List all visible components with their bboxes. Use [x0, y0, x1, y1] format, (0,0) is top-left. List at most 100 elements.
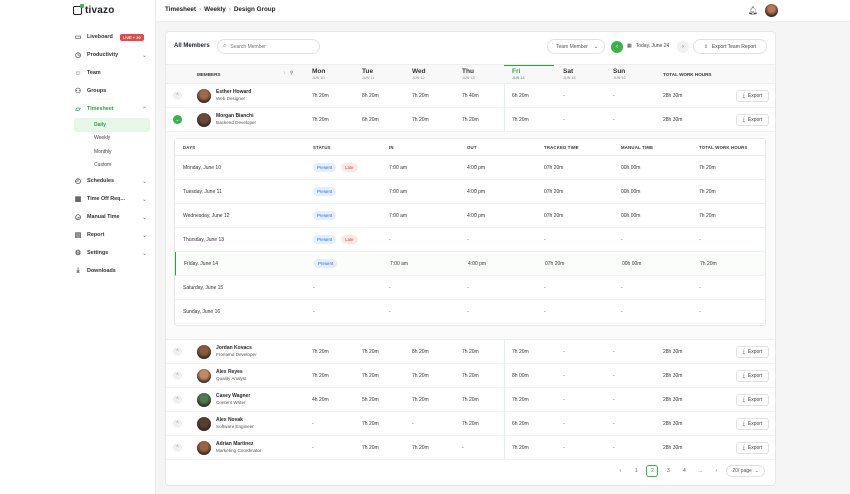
total-cell: 7h 20m: [699, 165, 716, 171]
page-button[interactable]: 3: [662, 465, 674, 477]
export-button[interactable]: ⤓ Export: [736, 442, 769, 454]
table-row[interactable]: ⌄ Morgan Bianchi Backend Developer 7h 20m 6h…: [166, 108, 775, 132]
chevron-down-icon: ⌄: [754, 468, 759, 474]
breadcrumb: Timesheet › Weekly › Design Group: [165, 6, 276, 13]
breadcrumb-item[interactable]: Timesheet: [165, 6, 196, 13]
user-avatar[interactable]: [765, 4, 778, 17]
collapse-row-button[interactable]: ⌄: [173, 115, 182, 124]
export-button[interactable]: ⤓ Export: [736, 346, 769, 358]
topbar-actions: 🔔︎: [748, 4, 778, 17]
next-week-button[interactable]: ›: [677, 41, 689, 53]
table-row[interactable]: ⌃ Adrian Martinez Marketing Coordinator - 7h…: [166, 436, 775, 460]
sidebar-item-groups[interactable]: ⚇ Groups: [74, 82, 152, 100]
page-button[interactable]: 1: [630, 465, 642, 477]
member-role: Quality Analyst: [216, 376, 247, 381]
sidebar-item-productivity[interactable]: ◷ Productivity ⌄: [74, 46, 152, 64]
expand-row-button[interactable]: ⌃: [173, 371, 182, 380]
sidebar-sub-daily[interactable]: Daily: [74, 118, 150, 132]
table-row[interactable]: ⌃ Alex Novak Software Engineer - 7h 20m - 7h 2…: [166, 412, 775, 436]
total-cell: -: [699, 285, 701, 291]
hours-cell: 7h 20m: [362, 349, 379, 355]
sidebar-item-timesheet[interactable]: ▱ Timesheet ⌃: [74, 100, 152, 118]
hours-cell: 7h 20m: [312, 117, 329, 123]
export-button[interactable]: ⤓ Export: [736, 90, 769, 102]
table-row[interactable]: ⌃ Alex Reyes Quality Analyst 7h 20m 7h 20m 7h…: [166, 364, 775, 388]
sidebar-item-team[interactable]: ☺ Team: [74, 64, 152, 82]
sidebar-sub-monthly[interactable]: Monthly: [74, 145, 152, 159]
prev-page-button[interactable]: ‹: [614, 465, 626, 477]
per-page-select[interactable]: 20/ page ⌄: [726, 465, 765, 477]
report-icon: ▤: [74, 232, 82, 239]
chevron-down-icon[interactable]: ⌄: [142, 178, 147, 185]
hours-cell: -: [613, 397, 615, 403]
chevron-down-icon[interactable]: ⌄: [142, 52, 147, 59]
export-button[interactable]: ⤓ Export: [736, 418, 769, 430]
team-member-select[interactable]: Team Member ⌄: [547, 39, 605, 54]
page-button[interactable]: ...: [694, 465, 706, 477]
total-hours-cell: 28h 30m: [663, 349, 683, 355]
day-header-sat: Sat JUN 15: [563, 68, 576, 80]
detail-row: Wednesday, June 12 Present 7:00 am 4:00 pm 0…: [175, 204, 765, 228]
member-role: Content Writer: [216, 400, 246, 405]
chevron-down-icon[interactable]: ⌄: [142, 214, 147, 221]
bell-icon[interactable]: 🔔︎: [748, 6, 758, 15]
sidebar-sub-custom[interactable]: Custom: [74, 159, 152, 173]
sidebar-item-settings[interactable]: ⚙ Settings ⌄: [74, 244, 152, 262]
out-cell: -: [467, 309, 469, 315]
clock-edit-icon: ◶: [74, 214, 82, 221]
next-page-button[interactable]: ›: [710, 465, 722, 477]
in-cell: -: [389, 237, 391, 243]
hours-cell: 7h 20m: [362, 445, 379, 451]
sidebar-item-downloads[interactable]: ⤓ Downloads: [74, 262, 152, 280]
chevron-down-icon[interactable]: ⌄: [142, 232, 147, 239]
sidebar-item-manual-time[interactable]: ◶ Manual Time ⌄: [74, 208, 152, 226]
sidebar-sub-weekly[interactable]: Weekly: [74, 132, 152, 146]
member-name: Morgan Bianchi: [216, 113, 254, 119]
chevron-down-icon[interactable]: ⌄: [142, 196, 147, 203]
expand-row-button[interactable]: ⌃: [173, 395, 182, 404]
in-cell: 7:00 am: [389, 189, 408, 195]
sidebar-item-time-off-req[interactable]: ▦ Time Off Req... ⌄: [74, 190, 152, 208]
export-button[interactable]: ⤓ Export: [736, 370, 769, 382]
sort-icon[interactable]: ↕: [283, 70, 285, 75]
expand-row-button[interactable]: ⌃: [173, 347, 182, 356]
export-button[interactable]: ⤓ Export: [736, 114, 769, 126]
breadcrumb-item: Design Group: [233, 6, 276, 13]
folder-open-icon: ▱: [75, 106, 81, 113]
breadcrumb-item[interactable]: Weekly: [204, 6, 226, 13]
search-box[interactable]: ⌕: [217, 39, 320, 54]
toolbar: All Members ⌕ Team Member ⌄ ‹ ▦ Today, J…: [166, 32, 775, 62]
day-name: Sat: [563, 68, 574, 75]
date-range[interactable]: ▦ Today, June 24: [627, 43, 669, 49]
table-row[interactable]: ⌃ Casey Wagner Content Writer 4h 20m 5h 20m 7…: [166, 388, 775, 412]
chevron-down-icon[interactable]: ⌄: [142, 250, 147, 257]
manual-cell: -: [621, 237, 623, 243]
detail-header-tracked-time: TRACKED TIME: [544, 145, 579, 150]
day-name: Tue: [362, 68, 374, 75]
page-button[interactable]: 2: [646, 465, 659, 477]
export-team-button[interactable]: ⇪ Export Team Report: [693, 39, 767, 54]
day-name: Thu: [462, 68, 474, 75]
timesheet-table: MEMBERS ↕ ⚲ TOTAL WORK HOURS Mon JUN 10 Tu…: [166, 64, 775, 460]
active-day-column: [504, 84, 505, 107]
export-button[interactable]: ⤓ Export: [736, 394, 769, 406]
search-input[interactable]: [230, 43, 311, 50]
sidebar-item-report[interactable]: ▤ Report ⌄: [74, 226, 152, 244]
expand-row-button[interactable]: ⌃: [173, 419, 182, 428]
hours-cell: 6h 20m: [512, 421, 529, 427]
page-button[interactable]: 4: [678, 465, 690, 477]
member-name: Adrian Martinez: [216, 441, 254, 447]
table-row[interactable]: ⌃ Jordan Kovacs Frontend Developer 7h 20m 7h…: [166, 340, 775, 364]
sidebar-item-schedules[interactable]: ◴ Schedules ⌄: [74, 172, 152, 190]
status-badge-present: Present: [314, 259, 338, 268]
filter-icon[interactable]: ⚲: [290, 70, 293, 76]
chevron-up-icon[interactable]: ⌃: [142, 106, 147, 113]
logo[interactable]: tivazo: [73, 4, 115, 16]
sidebar-item-liveboard[interactable]: ▭ Liveboard LIVE + 20: [74, 28, 152, 46]
expand-row-button[interactable]: ⌃: [173, 443, 182, 452]
sidebar-item-label: Schedules: [87, 178, 114, 184]
table-row[interactable]: ⌃ Esther Howard Web Designer 7h 20m 8h 20m 7h…: [166, 84, 775, 108]
prev-week-button[interactable]: ‹: [611, 41, 623, 53]
hours-cell: 7h 20m: [512, 117, 529, 123]
expand-row-button[interactable]: ⌃: [173, 91, 182, 100]
